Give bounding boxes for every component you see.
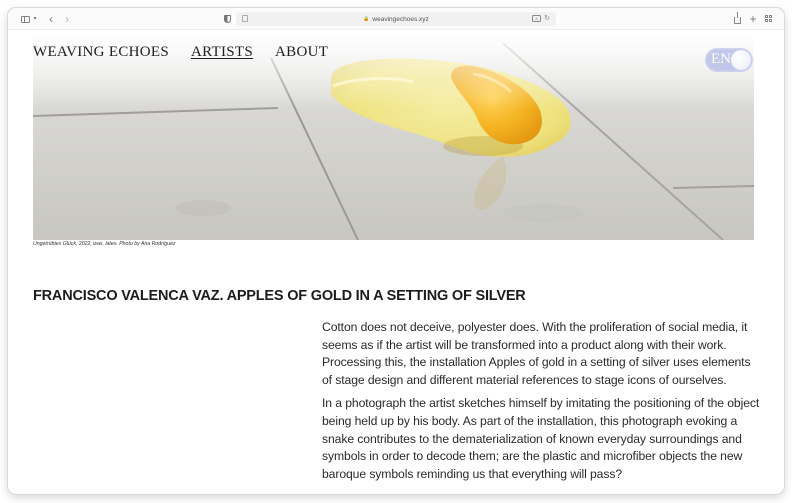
nav-brand-link[interactable]: WEAVING ECHOES	[33, 44, 169, 61]
address-bar[interactable]: 🔒 weavingechoes.xyz A ↻	[236, 12, 556, 26]
main-nav: WEAVING ECHOES ARTISTS ABOUT	[33, 44, 328, 61]
language-toggle[interactable]: EN	[705, 48, 753, 72]
hero-image	[33, 38, 754, 240]
article-title: FRANCISCO VALENCA VAZ. APPLES OF GOLD IN…	[33, 288, 526, 304]
hero-photo-art	[33, 38, 754, 240]
share-icon[interactable]	[730, 11, 744, 26]
url-text: weavingechoes.xyz	[372, 15, 429, 23]
browser-toolbar: ▾ ‹ › 🔒 weavingechoes.xyz A ↻ +	[8, 8, 784, 30]
shield-icon[interactable]	[220, 12, 234, 26]
lock-icon: 🔒	[363, 16, 370, 22]
tabs-grid-icon[interactable]	[762, 12, 776, 26]
language-label: EN	[711, 51, 731, 67]
chevron-down-icon[interactable]: ▾	[28, 12, 42, 26]
page-icon	[242, 15, 248, 22]
translate-icon[interactable]: A	[532, 14, 542, 22]
article-paragraph: Cotton does not deceive, polyester does.…	[322, 320, 751, 387]
article-paragraph: In a photograph the artist sketches hims…	[322, 396, 760, 481]
nav-about-link[interactable]: ABOUT	[275, 44, 328, 61]
toggle-knob	[731, 50, 751, 70]
article-body: Cotton does not deceive, polyester does.…	[322, 319, 762, 489]
browser-window: ▾ ‹ › 🔒 weavingechoes.xyz A ↻ + WEAVING …	[8, 8, 784, 494]
image-caption: Ungetrübtes Glück, 2022, wax, latex. Pho…	[33, 241, 176, 247]
reload-icon[interactable]: ↻	[544, 14, 550, 22]
nav-artists-link[interactable]: ARTISTS	[191, 44, 253, 61]
plus-icon[interactable]: +	[746, 12, 760, 26]
page-content: WEAVING ECHOES ARTISTS ABOUT EN Ungetrüb…	[8, 30, 784, 494]
chevron-left-icon[interactable]: ‹	[44, 12, 58, 26]
chevron-right-icon[interactable]: ›	[60, 12, 74, 26]
